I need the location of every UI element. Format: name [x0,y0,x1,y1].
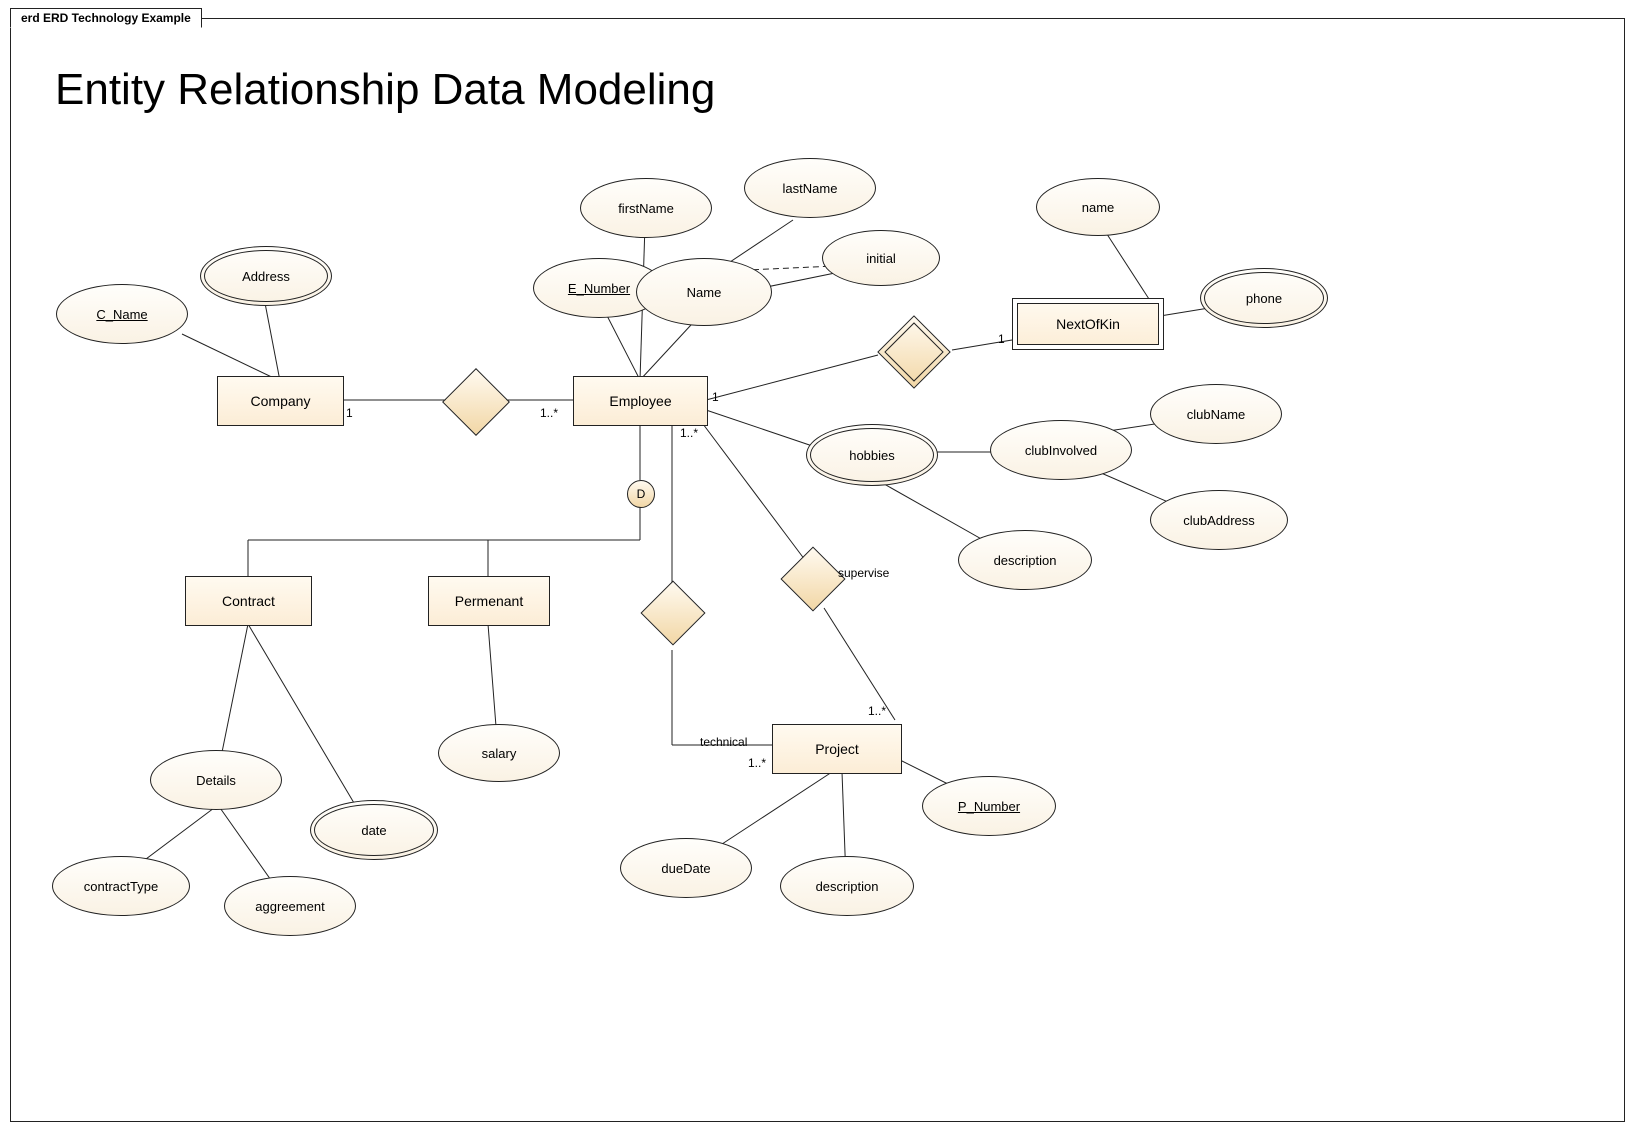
label-supervise: supervise [838,566,889,580]
attr-label: Name [687,285,722,300]
attr-club-address[interactable]: clubAddress [1150,490,1288,550]
attr-label: dueDate [661,861,710,876]
card-nok: 1 [998,332,1005,346]
attr-project-description[interactable]: description [780,856,914,916]
diagram-title: Entity Relationship Data Modeling [55,65,715,115]
attr-label: description [994,553,1057,568]
attr-label: C_Name [96,307,147,322]
attr-label: Address [242,269,290,284]
relationship-company-employee[interactable] [452,378,498,424]
entity-label: Contract [222,593,275,609]
attr-first-name[interactable]: firstName [580,178,712,238]
attr-date[interactable]: date [310,800,438,860]
entity-permanent[interactable]: Permenant [428,576,550,626]
card-employee-nok: 1 [712,390,719,404]
attr-label: phone [1246,291,1282,306]
diagram-tab: erd ERD Technology Example [10,8,202,28]
disjoint-indicator: D [627,480,655,508]
attr-address[interactable]: Address [200,246,332,306]
attr-hobbies[interactable]: hobbies [806,424,938,486]
entity-project[interactable]: Project [772,724,902,774]
relationship-employee-nextofkin[interactable] [888,326,938,376]
attr-due-date[interactable]: dueDate [620,838,752,898]
attr-label: aggreement [255,899,324,914]
entity-contract[interactable]: Contract [185,576,312,626]
attr-label: P_Number [958,799,1020,814]
attr-label: date [361,823,386,838]
attr-label: salary [482,746,517,761]
card-employee-company: 1..* [540,406,558,420]
card-company: 1 [346,406,353,420]
diagram-canvas: erd ERD Technology Example Entity Relati… [0,0,1635,1132]
attr-label: E_Number [568,281,630,296]
entity-employee[interactable]: Employee [573,376,708,426]
attr-label: hobbies [849,448,895,463]
attr-contract-type[interactable]: contractType [52,856,190,916]
attr-initial[interactable]: initial [822,230,940,286]
attr-last-name[interactable]: lastName [744,158,876,218]
disjoint-label: D [637,487,646,501]
attr-hobby-description[interactable]: description [958,530,1092,590]
entity-label: Company [251,393,311,409]
attr-label: initial [866,251,896,266]
relationship-technical[interactable] [650,590,694,634]
entity-nextofkin[interactable]: NextOfKin [1012,298,1164,350]
entity-label: NextOfKin [1056,316,1120,332]
attr-p-number[interactable]: P_Number [922,776,1056,836]
attr-club-name[interactable]: clubName [1150,384,1282,444]
entity-label: Permenant [455,593,523,609]
attr-aggreement[interactable]: aggreement [224,876,356,936]
attr-nok-name[interactable]: name [1036,178,1160,236]
attr-name-composite[interactable]: Name [636,258,772,326]
attr-club-involved[interactable]: clubInvolved [990,420,1132,480]
card-project-sup: 1..* [868,704,886,718]
attr-label: clubName [1187,407,1246,422]
label-technical: technical [700,735,747,749]
entity-label: Project [815,741,859,757]
attr-label: clubInvolved [1025,443,1097,458]
relationship-supervise[interactable] [790,556,834,600]
card-project-tech: 1..* [748,756,766,770]
entity-company[interactable]: Company [217,376,344,426]
entity-label: Employee [609,393,671,409]
attr-phone[interactable]: phone [1200,268,1328,328]
attr-label: firstName [618,201,674,216]
attr-label: Details [196,773,236,788]
attr-label: name [1082,200,1115,215]
attr-label: contractType [84,879,158,894]
attr-salary[interactable]: salary [438,724,560,782]
attr-label: clubAddress [1183,513,1255,528]
attr-details[interactable]: Details [150,750,282,810]
attr-c-name[interactable]: C_Name [56,284,188,344]
attr-label: description [816,879,879,894]
card-employee-project: 1..* [680,426,698,440]
attr-label: lastName [783,181,838,196]
